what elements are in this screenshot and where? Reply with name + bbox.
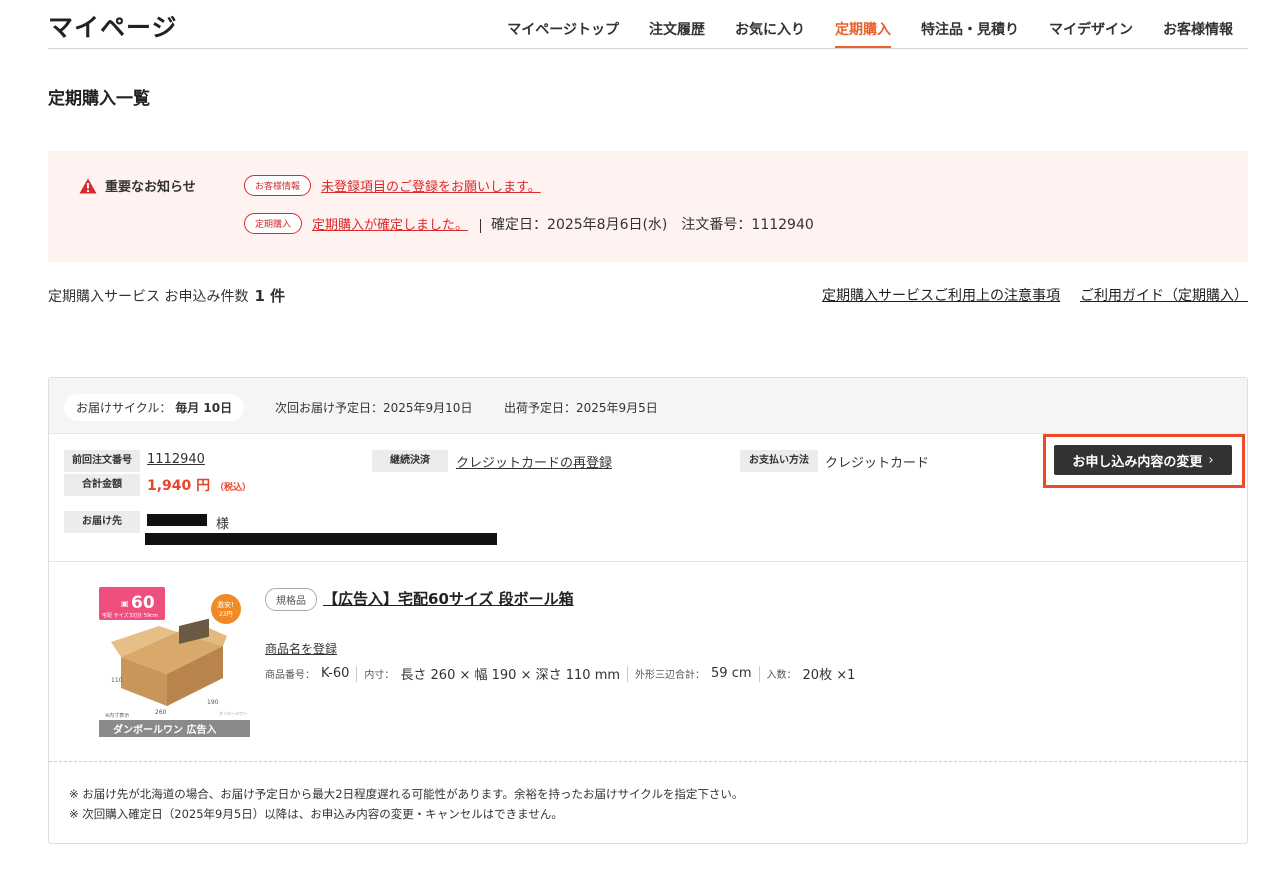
standard-item-tag: 規格品 (265, 588, 317, 611)
honorific: 様 (216, 517, 230, 532)
size-badge-sub: 宅配 サイズ (102, 612, 128, 619)
ship-to-label: お届け先 (64, 511, 140, 533)
nav-item-mypage-top[interactable]: マイページトップ (507, 19, 619, 48)
spec-label: 内寸： (364, 670, 395, 681)
summary-links: 定期購入サービスご利用上の注意事項 ご利用ガイド（定期購入） (802, 285, 1248, 305)
register-product-name-link[interactable]: 商品名を登録 (265, 640, 337, 657)
divider (758, 665, 760, 682)
box-icon: ▣ (121, 599, 129, 608)
summary-count: 1 件 (254, 287, 286, 305)
next-delivery-date: 次回お届け予定日：2025年9月10日 (275, 401, 473, 415)
product-name-link[interactable]: 【広告入】宅配60サイズ 段ボール箱 (323, 588, 574, 609)
spec-label: 外形三辺合計： (635, 670, 706, 681)
warning-icon (79, 178, 97, 193)
total-price: 1,940 円 （税込） (147, 475, 251, 495)
page-title: 定期購入一覧 (48, 89, 150, 109)
change-button-highlight: お申し込み内容の変更 › (1043, 434, 1245, 488)
card-header: お届けサイクル： 毎月 10日 次回お届け予定日：2025年9月10日 出荷予定… (49, 378, 1247, 434)
product-code: K-60 (321, 666, 350, 681)
chevron-right-icon: › (1208, 452, 1214, 468)
reregister-card-link[interactable]: クレジットカードの再登録 (456, 452, 612, 471)
notice-meta: 確定日：2025年8月6日(水) 注文番号：1112940 (491, 214, 828, 234)
ship-date: 出荷予定日：2025年9月5日 (504, 401, 658, 415)
prev-order-label: 前回注文番号 (64, 450, 140, 472)
nav-item-customer-info[interactable]: お客様情報 (1163, 19, 1233, 48)
notice-title-text: 重要なお知らせ (105, 180, 196, 195)
outer-sum: 59 cm (711, 666, 752, 681)
cheap-badge: 激安! (217, 600, 234, 609)
change-button-label: お申し込み内容の変更 (1072, 454, 1203, 470)
nav-item-custom-quote[interactable]: 特注品・見積り (921, 19, 1019, 48)
total-label: 合計金額 (64, 474, 140, 496)
notice-row: 定期購入 定期購入が確定しました。 確定日：2025年8月6日(水) 注文番号：1… (244, 213, 828, 234)
spec-label: 商品番号： (265, 670, 315, 681)
total-value: 1,940 円 (147, 478, 211, 494)
notice-tag: 定期購入 (244, 213, 303, 234)
nav-item-order-history[interactable]: 注文履歴 (649, 19, 705, 48)
size-badge: 60 (131, 593, 155, 613)
box-print: ダンボールワン (219, 710, 247, 716)
subscription-info: 前回注文番号 1112940 合計金額 1,940 円 （税込） 継続決済 クレ… (49, 434, 1247, 562)
payment-method-value: クレジットカード (825, 456, 930, 471)
divider (627, 665, 629, 682)
important-notice: 重要なお知らせ お客様情報 未登録項目のご登録をお願いします。 定期購入 定期購… (48, 151, 1248, 262)
inner-note: ※内寸表示 (105, 712, 129, 719)
order-number: 注文番号：1112940 (681, 216, 814, 233)
main-nav: マイページトップ 注文履歴 お気に入り 定期購入 特注品・見積り マイデザイン … (477, 19, 1233, 48)
product-row: ▣ 60 宅配 サイズ 3辺計 59cm 激安! 23円 110 260 190… (49, 562, 1247, 762)
subscription-card: お届けサイクル： 毎月 10日 次回お届け予定日：2025年9月10日 出荷予定… (48, 377, 1248, 844)
payment-method-label: お支払い方法 (740, 450, 818, 472)
dim-width: 190 (207, 699, 219, 706)
site-title: マイページ (48, 13, 178, 42)
divider (480, 218, 482, 233)
redacted-name (147, 514, 207, 526)
tax-note: （税込） (215, 483, 252, 493)
footnote: ※ 次回購入確定日（2025年9月5日）以降は、お申込み内容の変更・キャンセルは… (69, 807, 563, 821)
subscription-notes-link[interactable]: 定期購入サービスご利用上の注意事項 (822, 285, 1060, 305)
page-header: マイページ マイページトップ 注文履歴 お気に入り 定期購入 特注品・見積り マ… (48, 0, 1248, 49)
dim-length: 260 (155, 709, 167, 716)
confirm-date: 確定日：2025年8月6日(水) (491, 216, 668, 233)
product-specs: 商品番号： K-60 内寸： 長さ 260 × 幅 190 × 深さ 110 mm … (265, 664, 855, 683)
nav-item-subscription[interactable]: 定期購入 (835, 19, 891, 48)
change-application-button[interactable]: お申し込み内容の変更 › (1054, 445, 1232, 475)
footnote: ※ お届け先が北海道の場合、お届け予定日から最大2日程度遅れる可能性があります。… (69, 787, 744, 801)
cycle-label: お届けサイクル： (76, 401, 172, 415)
cycle-value: 毎月 10日 (175, 401, 233, 415)
summary-label: 定期購入サービス お申込み件数 (48, 289, 249, 305)
register-missing-link[interactable]: 未登録項目のご登録をお願いします。 (321, 176, 541, 195)
cheap-badge-price: 23円 (219, 611, 233, 618)
nav-item-favorites[interactable]: お気に入り (735, 19, 805, 48)
spec-label: 入数： (766, 670, 797, 681)
redacted-address (145, 533, 497, 545)
product-image: ▣ 60 宅配 サイズ 3辺計 59cm 激安! 23円 110 260 190… (99, 584, 250, 737)
brand-banner: ダンボールワン 広告入 (113, 723, 216, 736)
prev-order-link[interactable]: 1112940 (147, 452, 205, 467)
notice-title: 重要なお知らせ (79, 176, 196, 195)
sum-badge: 3辺計 59cm (129, 612, 158, 619)
delivery-cycle: お届けサイクル： 毎月 10日 (64, 394, 245, 421)
subscription-confirmed-link[interactable]: 定期購入が確定しました。 (312, 214, 468, 233)
subscription-summary: 定期購入サービス お申込み件数 1 件 (48, 285, 285, 306)
divider (356, 665, 358, 682)
notice-row: お客様情報 未登録項目のご登録をお願いします。 (244, 175, 541, 196)
notice-tag: お客様情報 (244, 175, 312, 196)
inner-dimensions: 長さ 260 × 幅 190 × 深さ 110 mm (400, 668, 621, 683)
dim-height: 110 (111, 677, 123, 684)
quantity: 20枚 ×1 (802, 668, 856, 683)
nav-item-my-design[interactable]: マイデザイン (1049, 19, 1133, 48)
footnotes: ※ お届け先が北海道の場合、お届け予定日から最大2日程度遅れる可能性があります。… (69, 784, 743, 824)
subscription-guide-link[interactable]: ご利用ガイド（定期購入） (1080, 285, 1248, 305)
continuous-payment-label: 継続決済 (372, 450, 448, 472)
